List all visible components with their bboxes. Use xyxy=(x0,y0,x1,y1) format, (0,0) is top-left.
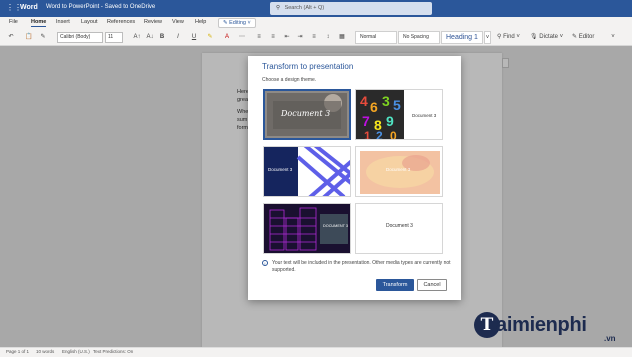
theme-3-art xyxy=(264,147,350,196)
theme-5-label: DOCUMENT 3 xyxy=(323,224,349,228)
status-language[interactable]: English (U.S.) xyxy=(62,349,90,354)
document-title[interactable]: Word to PowerPoint - Saved to OneDrive xyxy=(46,4,155,10)
styles-more-icon[interactable]: ˅ xyxy=(484,31,491,44)
menu-bar: File Home Insert Layout References Revie… xyxy=(0,17,632,29)
style-no-spacing[interactable]: No Spacing xyxy=(398,31,440,44)
watermark-suffix: .vn xyxy=(604,334,616,343)
italic-button[interactable]: I xyxy=(174,32,182,43)
tab-insert[interactable]: Insert xyxy=(56,19,70,25)
theme-6-label: Document 3 xyxy=(386,223,413,229)
highlight-icon[interactable]: ✎ xyxy=(204,32,216,43)
svg-text:4: 4 xyxy=(360,93,368,109)
title-bar: ⋮⋮ Word Word to PowerPoint - Saved to On… xyxy=(0,0,632,17)
find-icon: ⚲ xyxy=(497,34,502,40)
dialog-subtitle: Choose a design theme. xyxy=(262,77,317,83)
status-predictions[interactable]: Text Predictions: On xyxy=(93,349,133,354)
search-icon: ⚲ xyxy=(276,5,281,11)
theme-1-label: Document 3 xyxy=(281,109,331,118)
tab-help[interactable]: Help xyxy=(195,19,206,25)
paste-icon[interactable]: 📋 xyxy=(24,32,34,43)
status-bar: Page 1 of 1 10 words English (U.S.) Text… xyxy=(0,347,632,357)
theme-option-1[interactable]: Document 3 xyxy=(263,89,351,140)
format-painter-icon[interactable]: ✎ xyxy=(38,32,48,43)
tab-layout[interactable]: Layout xyxy=(81,19,98,25)
status-words: 10 words xyxy=(36,349,55,354)
find-button[interactable]: ⚲ Find ˅ xyxy=(497,32,523,43)
bold-button[interactable]: B xyxy=(158,32,166,43)
numbering-icon[interactable]: ≡ xyxy=(268,32,278,43)
theme-option-5[interactable]: DOCUMENT 3 xyxy=(263,203,351,254)
info-icon: i xyxy=(262,260,268,266)
search-box[interactable]: ⚲ Search (Alt + Q) xyxy=(270,2,432,15)
tab-references[interactable]: References xyxy=(107,19,135,25)
tab-review[interactable]: Review xyxy=(144,19,162,25)
increase-indent-icon[interactable]: ⇥ xyxy=(295,32,305,43)
find-label: Find xyxy=(503,34,515,40)
microphone-icon: 🎙 xyxy=(530,34,538,40)
editing-mode-button[interactable]: ✎ Editing ˅ xyxy=(218,18,256,28)
status-page: Page 1 of 1 xyxy=(6,349,30,354)
theme-4-label: Document 3 xyxy=(386,167,411,172)
svg-text:3: 3 xyxy=(382,93,390,109)
font-color-icon[interactable]: A xyxy=(221,32,233,43)
svg-text:2: 2 xyxy=(376,129,383,140)
info-text: Your text will be included in the presen… xyxy=(272,260,451,273)
style-heading-1[interactable]: Heading 1 xyxy=(441,31,483,44)
undo-icon[interactable]: ↶ xyxy=(6,32,16,43)
editor-icon: ✎ xyxy=(572,34,578,40)
app-name[interactable]: Word xyxy=(20,4,38,11)
theme-5-art xyxy=(264,204,350,253)
watermark: T aimienphi .vn xyxy=(474,312,626,344)
underline-button[interactable]: U xyxy=(190,32,198,43)
theme-option-6[interactable]: Document 3 xyxy=(355,203,443,254)
svg-text:7: 7 xyxy=(362,113,370,129)
theme-option-3[interactable]: Document 3 xyxy=(263,146,351,197)
svg-text:9: 9 xyxy=(386,113,394,129)
dialog-title: Transform to presentation xyxy=(262,62,354,71)
shrink-font-icon[interactable]: A↓ xyxy=(145,32,155,43)
watermark-name: aimienphi xyxy=(496,314,587,336)
font-size-select[interactable]: 11 xyxy=(105,32,123,43)
theme-option-4[interactable]: Document 3 xyxy=(355,146,443,197)
theme-option-2[interactable]: 4 6 3 5 7 8 9 1 2 0 Document 3 xyxy=(355,89,443,140)
svg-text:6: 6 xyxy=(370,99,378,115)
tab-home[interactable]: Home xyxy=(31,19,47,27)
shading-icon[interactable]: ▦ xyxy=(337,32,347,43)
editing-label: Editing xyxy=(229,20,246,26)
decrease-indent-icon[interactable]: ⇤ xyxy=(282,32,292,43)
editor-label: Editor xyxy=(578,34,595,40)
theme-2-label: Document 3 xyxy=(412,113,437,118)
tab-view[interactable]: View xyxy=(172,19,184,25)
theme-4-art xyxy=(356,147,442,196)
search-placeholder: Search (Alt + Q) xyxy=(284,5,325,11)
style-normal[interactable]: Normal xyxy=(355,31,397,44)
tab-file[interactable]: File xyxy=(9,19,18,25)
transform-button[interactable]: Transform xyxy=(376,279,414,291)
more-font-icon[interactable]: ⋯ xyxy=(237,32,247,43)
svg-text:1: 1 xyxy=(364,129,371,140)
more-options-icon[interactable]: ˅ xyxy=(608,32,618,43)
editor-button[interactable]: ✎ Editor xyxy=(572,32,598,43)
align-icon[interactable]: ≡ xyxy=(309,32,319,43)
dictate-label: Dictate xyxy=(539,34,558,40)
grow-font-icon[interactable]: A↑ xyxy=(132,32,142,43)
ribbon: ↶ 📋 ✎ Calibri (Body) 11 A↑ A↓ B I U ✎ A … xyxy=(0,29,632,46)
line-spacing-icon[interactable]: ↕ xyxy=(323,32,333,43)
app-launcher-icon[interactable]: ⋮⋮ xyxy=(6,4,22,12)
font-name-select[interactable]: Calibri (Body) xyxy=(57,32,103,43)
bullets-icon[interactable]: ≡ xyxy=(254,32,264,43)
dictate-button[interactable]: 🎙 Dictate ˅ xyxy=(530,32,566,43)
svg-text:0: 0 xyxy=(390,129,397,140)
cancel-button[interactable]: Cancel xyxy=(417,279,447,291)
transform-dialog: Transform to presentation Choose a desig… xyxy=(248,56,461,300)
svg-text:5: 5 xyxy=(393,97,401,113)
theme-3-label: Document 3 xyxy=(268,167,293,172)
